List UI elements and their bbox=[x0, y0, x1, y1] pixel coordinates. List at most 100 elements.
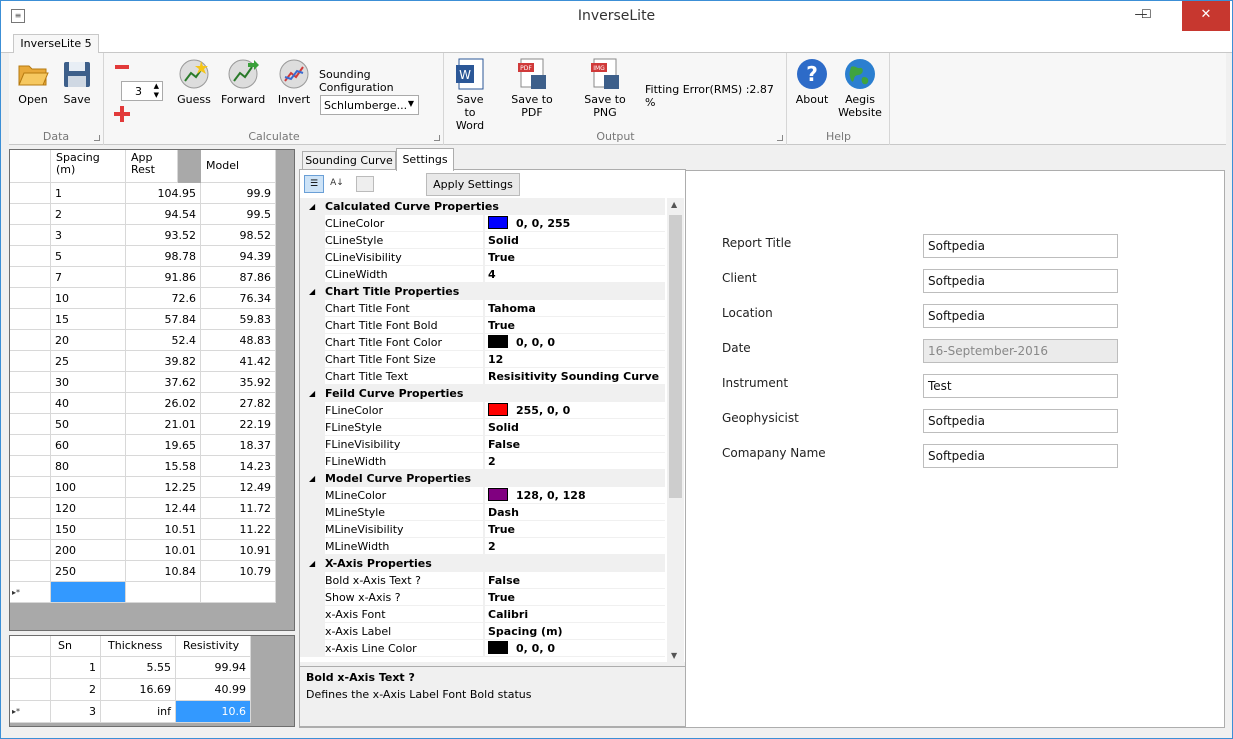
cell-spacing[interactable]: 2 bbox=[51, 204, 126, 225]
property-row[interactable]: x-Axis Line Color 0, 0, 0 bbox=[300, 640, 665, 657]
cell-model[interactable]: 98.52 bbox=[201, 225, 276, 246]
save-to-png-button[interactable]: IMG Save to PNG bbox=[573, 57, 637, 119]
property-row[interactable]: FLineVisibility False bbox=[300, 436, 665, 453]
cell-model[interactable]: 76.34 bbox=[201, 288, 276, 309]
property-row[interactable]: Chart Title Font Tahoma bbox=[300, 300, 665, 317]
row-header[interactable] bbox=[10, 246, 51, 267]
cell-app-rest[interactable]: 10.84 bbox=[126, 561, 201, 582]
property-category[interactable]: ◢ X-Axis Properties bbox=[300, 555, 665, 572]
save-button[interactable]: Save bbox=[57, 57, 97, 106]
aegis-website-button[interactable]: Aegis Website bbox=[838, 57, 882, 119]
row-header[interactable] bbox=[10, 519, 51, 540]
cell-app-rest[interactable]: 10.01 bbox=[126, 540, 201, 561]
categorized-view-icon[interactable]: ☰ bbox=[304, 175, 324, 193]
cell-spacing[interactable]: 40 bbox=[51, 393, 126, 414]
property-row[interactable]: FLineColor 255, 0, 0 bbox=[300, 402, 665, 419]
property-category[interactable]: ◢ Calculated Curve Properties bbox=[300, 198, 665, 215]
collapse-triangle-icon[interactable]: ◢ bbox=[309, 385, 315, 402]
property-value[interactable]: True bbox=[485, 521, 665, 538]
property-value[interactable]: Solid bbox=[485, 419, 665, 436]
cell-model[interactable]: 12.49 bbox=[201, 477, 276, 498]
cell-app-rest[interactable]: 91.86 bbox=[126, 267, 201, 288]
row-header[interactable] bbox=[10, 309, 51, 330]
cell-spacing[interactable]: 5 bbox=[51, 246, 126, 267]
dialog-launcher-icon[interactable] bbox=[777, 135, 783, 141]
property-value[interactable]: True bbox=[485, 249, 665, 266]
stepper-up-icon[interactable]: ▲ bbox=[154, 82, 159, 90]
row-header[interactable] bbox=[10, 288, 51, 309]
column-header-spacing[interactable]: Spacing (m) bbox=[51, 150, 126, 183]
property-value[interactable]: Tahoma bbox=[485, 300, 665, 317]
property-value[interactable]: True bbox=[485, 317, 665, 334]
close-button[interactable]: ✕ bbox=[1182, 1, 1230, 31]
cell-spacing[interactable]: 60 bbox=[51, 435, 126, 456]
cell-spacing[interactable]: 250 bbox=[51, 561, 126, 582]
remove-layer-icon[interactable] bbox=[115, 65, 129, 69]
scroll-thumb[interactable] bbox=[669, 215, 682, 498]
cell-sn[interactable]: 3 bbox=[51, 701, 101, 723]
property-category[interactable]: ◢ Chart Title Properties bbox=[300, 283, 665, 300]
row-header[interactable] bbox=[10, 393, 51, 414]
cell-app-rest[interactable]: 26.02 bbox=[126, 393, 201, 414]
cell-spacing[interactable]: 150 bbox=[51, 519, 126, 540]
row-header[interactable] bbox=[10, 351, 51, 372]
report-field-input[interactable]: Softpedia bbox=[923, 304, 1118, 328]
save-to-word-button[interactable]: W Save to Word bbox=[451, 57, 489, 132]
cell-spacing[interactable]: 1 bbox=[51, 183, 126, 204]
row-header[interactable] bbox=[10, 204, 51, 225]
cell-model[interactable]: 11.22 bbox=[201, 519, 276, 540]
property-value[interactable]: Dash bbox=[485, 504, 665, 521]
stepper-down-icon[interactable]: ▼ bbox=[154, 91, 159, 99]
property-row[interactable]: x-Axis Font Calibri bbox=[300, 606, 665, 623]
property-value[interactable]: 0, 0, 0 bbox=[485, 334, 665, 351]
cell-model[interactable]: 10.91 bbox=[201, 540, 276, 561]
cell-spacing[interactable]: 80 bbox=[51, 456, 126, 477]
property-category[interactable]: ◢ Feild Curve Properties bbox=[300, 385, 665, 402]
guess-button[interactable]: Guess bbox=[174, 57, 214, 106]
cell-app-rest[interactable]: 37.62 bbox=[126, 372, 201, 393]
cell-app-rest[interactable]: 21.01 bbox=[126, 414, 201, 435]
save-to-pdf-button[interactable]: PDF Save to PDF bbox=[499, 57, 565, 119]
report-field-input[interactable]: Softpedia bbox=[923, 409, 1118, 433]
cell-model[interactable]: 18.37 bbox=[201, 435, 276, 456]
cell-app-rest[interactable]: 98.78 bbox=[126, 246, 201, 267]
property-value[interactable]: True bbox=[485, 589, 665, 606]
row-header[interactable] bbox=[10, 267, 51, 288]
row-header[interactable] bbox=[10, 679, 51, 701]
apply-settings-button[interactable]: Apply Settings bbox=[426, 173, 520, 196]
row-header[interactable] bbox=[10, 225, 51, 246]
collapse-triangle-icon[interactable]: ◢ bbox=[309, 470, 315, 487]
cell-model[interactable]: 48.83 bbox=[201, 330, 276, 351]
property-value[interactable]: False bbox=[485, 436, 665, 453]
cell-app-rest[interactable]: 52.4 bbox=[126, 330, 201, 351]
column-header-resistivity[interactable]: Resistivity bbox=[176, 636, 251, 657]
layers-stepper[interactable]: 3 ▲ ▼ bbox=[121, 81, 163, 101]
property-scrollbar[interactable]: ▲ ▼ bbox=[667, 198, 684, 662]
collapse-triangle-icon[interactable]: ◢ bbox=[309, 283, 315, 300]
cell-model[interactable]: 94.39 bbox=[201, 246, 276, 267]
cell-model[interactable]: 99.5 bbox=[201, 204, 276, 225]
column-header-model[interactable]: Model bbox=[201, 150, 276, 183]
alphabetical-sort-icon[interactable]: A↓ bbox=[327, 175, 347, 193]
property-row[interactable]: CLineColor 0, 0, 255 bbox=[300, 215, 665, 232]
property-row[interactable]: Chart Title Font Size 12 bbox=[300, 351, 665, 368]
cell-app-rest[interactable]: 104.95 bbox=[126, 183, 201, 204]
row-header[interactable] bbox=[10, 435, 51, 456]
dialog-launcher-icon[interactable] bbox=[434, 135, 440, 141]
cell-model[interactable]: 35.92 bbox=[201, 372, 276, 393]
property-value[interactable]: 12 bbox=[485, 351, 665, 368]
add-layer-icon[interactable] bbox=[114, 106, 130, 122]
cell-spacing[interactable]: 25 bbox=[51, 351, 126, 372]
tab-sounding-curve[interactable]: Sounding Curve bbox=[302, 151, 396, 171]
new-row-cell-app-rest[interactable] bbox=[126, 582, 201, 603]
property-row[interactable]: Chart Title Font Bold True bbox=[300, 317, 665, 334]
row-header[interactable] bbox=[10, 414, 51, 435]
cell-resistivity[interactable]: 10.6 bbox=[176, 701, 251, 723]
cell-spacing[interactable]: 7 bbox=[51, 267, 126, 288]
tab-inverselite[interactable]: InverseLite 5 bbox=[13, 34, 99, 54]
report-field-input[interactable]: Softpedia bbox=[923, 444, 1118, 468]
column-header-thickness[interactable]: Thickness bbox=[101, 636, 176, 657]
property-value[interactable]: 2 bbox=[485, 538, 665, 555]
property-row[interactable]: CLineVisibility True bbox=[300, 249, 665, 266]
property-value[interactable]: Resisitivity Sounding Curve bbox=[485, 368, 665, 385]
